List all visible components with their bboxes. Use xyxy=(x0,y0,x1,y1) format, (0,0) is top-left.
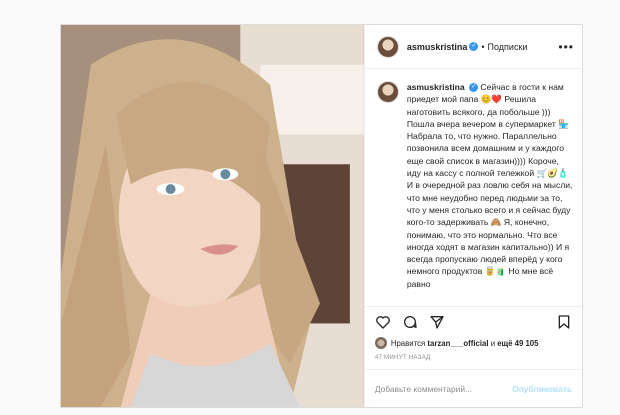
likes-line: Нравится tarzan___official и ещё 49 105 xyxy=(365,336,582,350)
verified-badge-icon: ✓ xyxy=(469,42,479,51)
likes-prefix: Нравится xyxy=(390,338,426,348)
bookmark-icon[interactable] xyxy=(556,314,572,330)
action-bar xyxy=(364,306,582,336)
share-icon[interactable] xyxy=(429,314,445,330)
liker-avatar[interactable] xyxy=(374,337,387,349)
portrait-image xyxy=(61,25,364,407)
post-photo[interactable] xyxy=(61,25,364,407)
publish-button[interactable]: Опубликовать xyxy=(512,384,572,394)
post-header: asmuskristina ✓ • Подписки ••• xyxy=(364,25,582,69)
caption-body: Сейчас в гости к нам приедет мой папа 😊❤… xyxy=(406,82,573,289)
likes-count[interactable]: ещё 49 105 xyxy=(497,339,538,348)
caption-text: asmuskristina ✓ Сейчас в гости к нам при… xyxy=(407,81,574,306)
caption-verified-icon: ✓ xyxy=(469,83,479,93)
heart-icon[interactable] xyxy=(375,314,391,330)
post-modal: asmuskristina ✓ • Подписки ••• asmuskris… xyxy=(60,24,583,408)
more-options-icon[interactable]: ••• xyxy=(558,40,574,54)
caption-username[interactable]: asmuskristina xyxy=(407,82,465,92)
caption-block: asmuskristina ✓ Сейчас в гости к нам при… xyxy=(365,69,582,306)
author-avatar[interactable] xyxy=(376,35,399,58)
author-username[interactable]: asmuskristina xyxy=(407,42,468,52)
post-timestamp: 47 МИНУТ НАЗАД xyxy=(374,354,431,361)
post-sidebar: asmuskristina ✓ • Подписки ••• asmuskris… xyxy=(363,25,582,407)
comment-icon[interactable] xyxy=(402,314,418,330)
liker-username[interactable]: tarzan___official xyxy=(427,339,488,348)
following-button[interactable]: Подписки xyxy=(488,42,528,52)
caption-avatar[interactable] xyxy=(376,81,399,103)
comment-input[interactable]: Добавьте комментарий... xyxy=(375,384,512,394)
likes-conjunction: и xyxy=(490,338,496,348)
comment-bar: Добавьте комментарий... Опубликовать xyxy=(364,369,582,407)
separator-dot: • xyxy=(481,41,485,52)
